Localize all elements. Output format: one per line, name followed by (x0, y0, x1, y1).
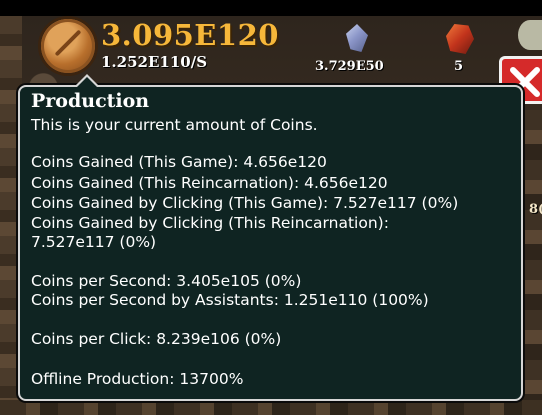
background-right-wall (520, 110, 542, 415)
coins-amount[interactable]: 3.095E120 (101, 18, 279, 52)
tooltip-subtitle: This is your current amount of Coins. (31, 116, 318, 134)
top-bar (0, 0, 542, 16)
background-floor (0, 400, 542, 415)
stat-coins-clicking-reincarnation: Coins Gained by Clicking (This Reincarna… (31, 214, 389, 232)
stat-coins-clicking-game: Coins Gained by Clicking (This Game): 7.… (31, 194, 459, 212)
stat-coins-gained-game: Coins Gained (This Game): 4.656e120 (31, 153, 327, 171)
stat-coins-gained-reincarnation: Coins Gained (This Reincarnation): 4.656… (31, 174, 388, 192)
tooltip-arrow-inner (77, 77, 97, 87)
ruby-value: 5 (454, 59, 464, 74)
coin-icon[interactable] (41, 19, 95, 73)
stat-coins-clicking-reincarnation-value: 7.527e117 (0%) (31, 233, 157, 251)
stat-coins-per-click: Coins per Click: 8.239e106 (0%) (31, 330, 282, 348)
stat-offline-production: Offline Production: 13700% (31, 370, 244, 388)
stat-coins-per-second: Coins per Second: 3.405e105 (0%) (31, 272, 302, 290)
stat-coins-per-second-assistants: Coins per Second by Assistants: 1.251e11… (31, 291, 429, 309)
coins-per-second: 1.252E110/S (101, 53, 208, 71)
tooltip-title: Production (31, 90, 150, 112)
skull-icon[interactable] (518, 20, 542, 50)
gem-value: 3.729E50 (315, 59, 384, 74)
background-side-number: 8( (529, 202, 542, 217)
